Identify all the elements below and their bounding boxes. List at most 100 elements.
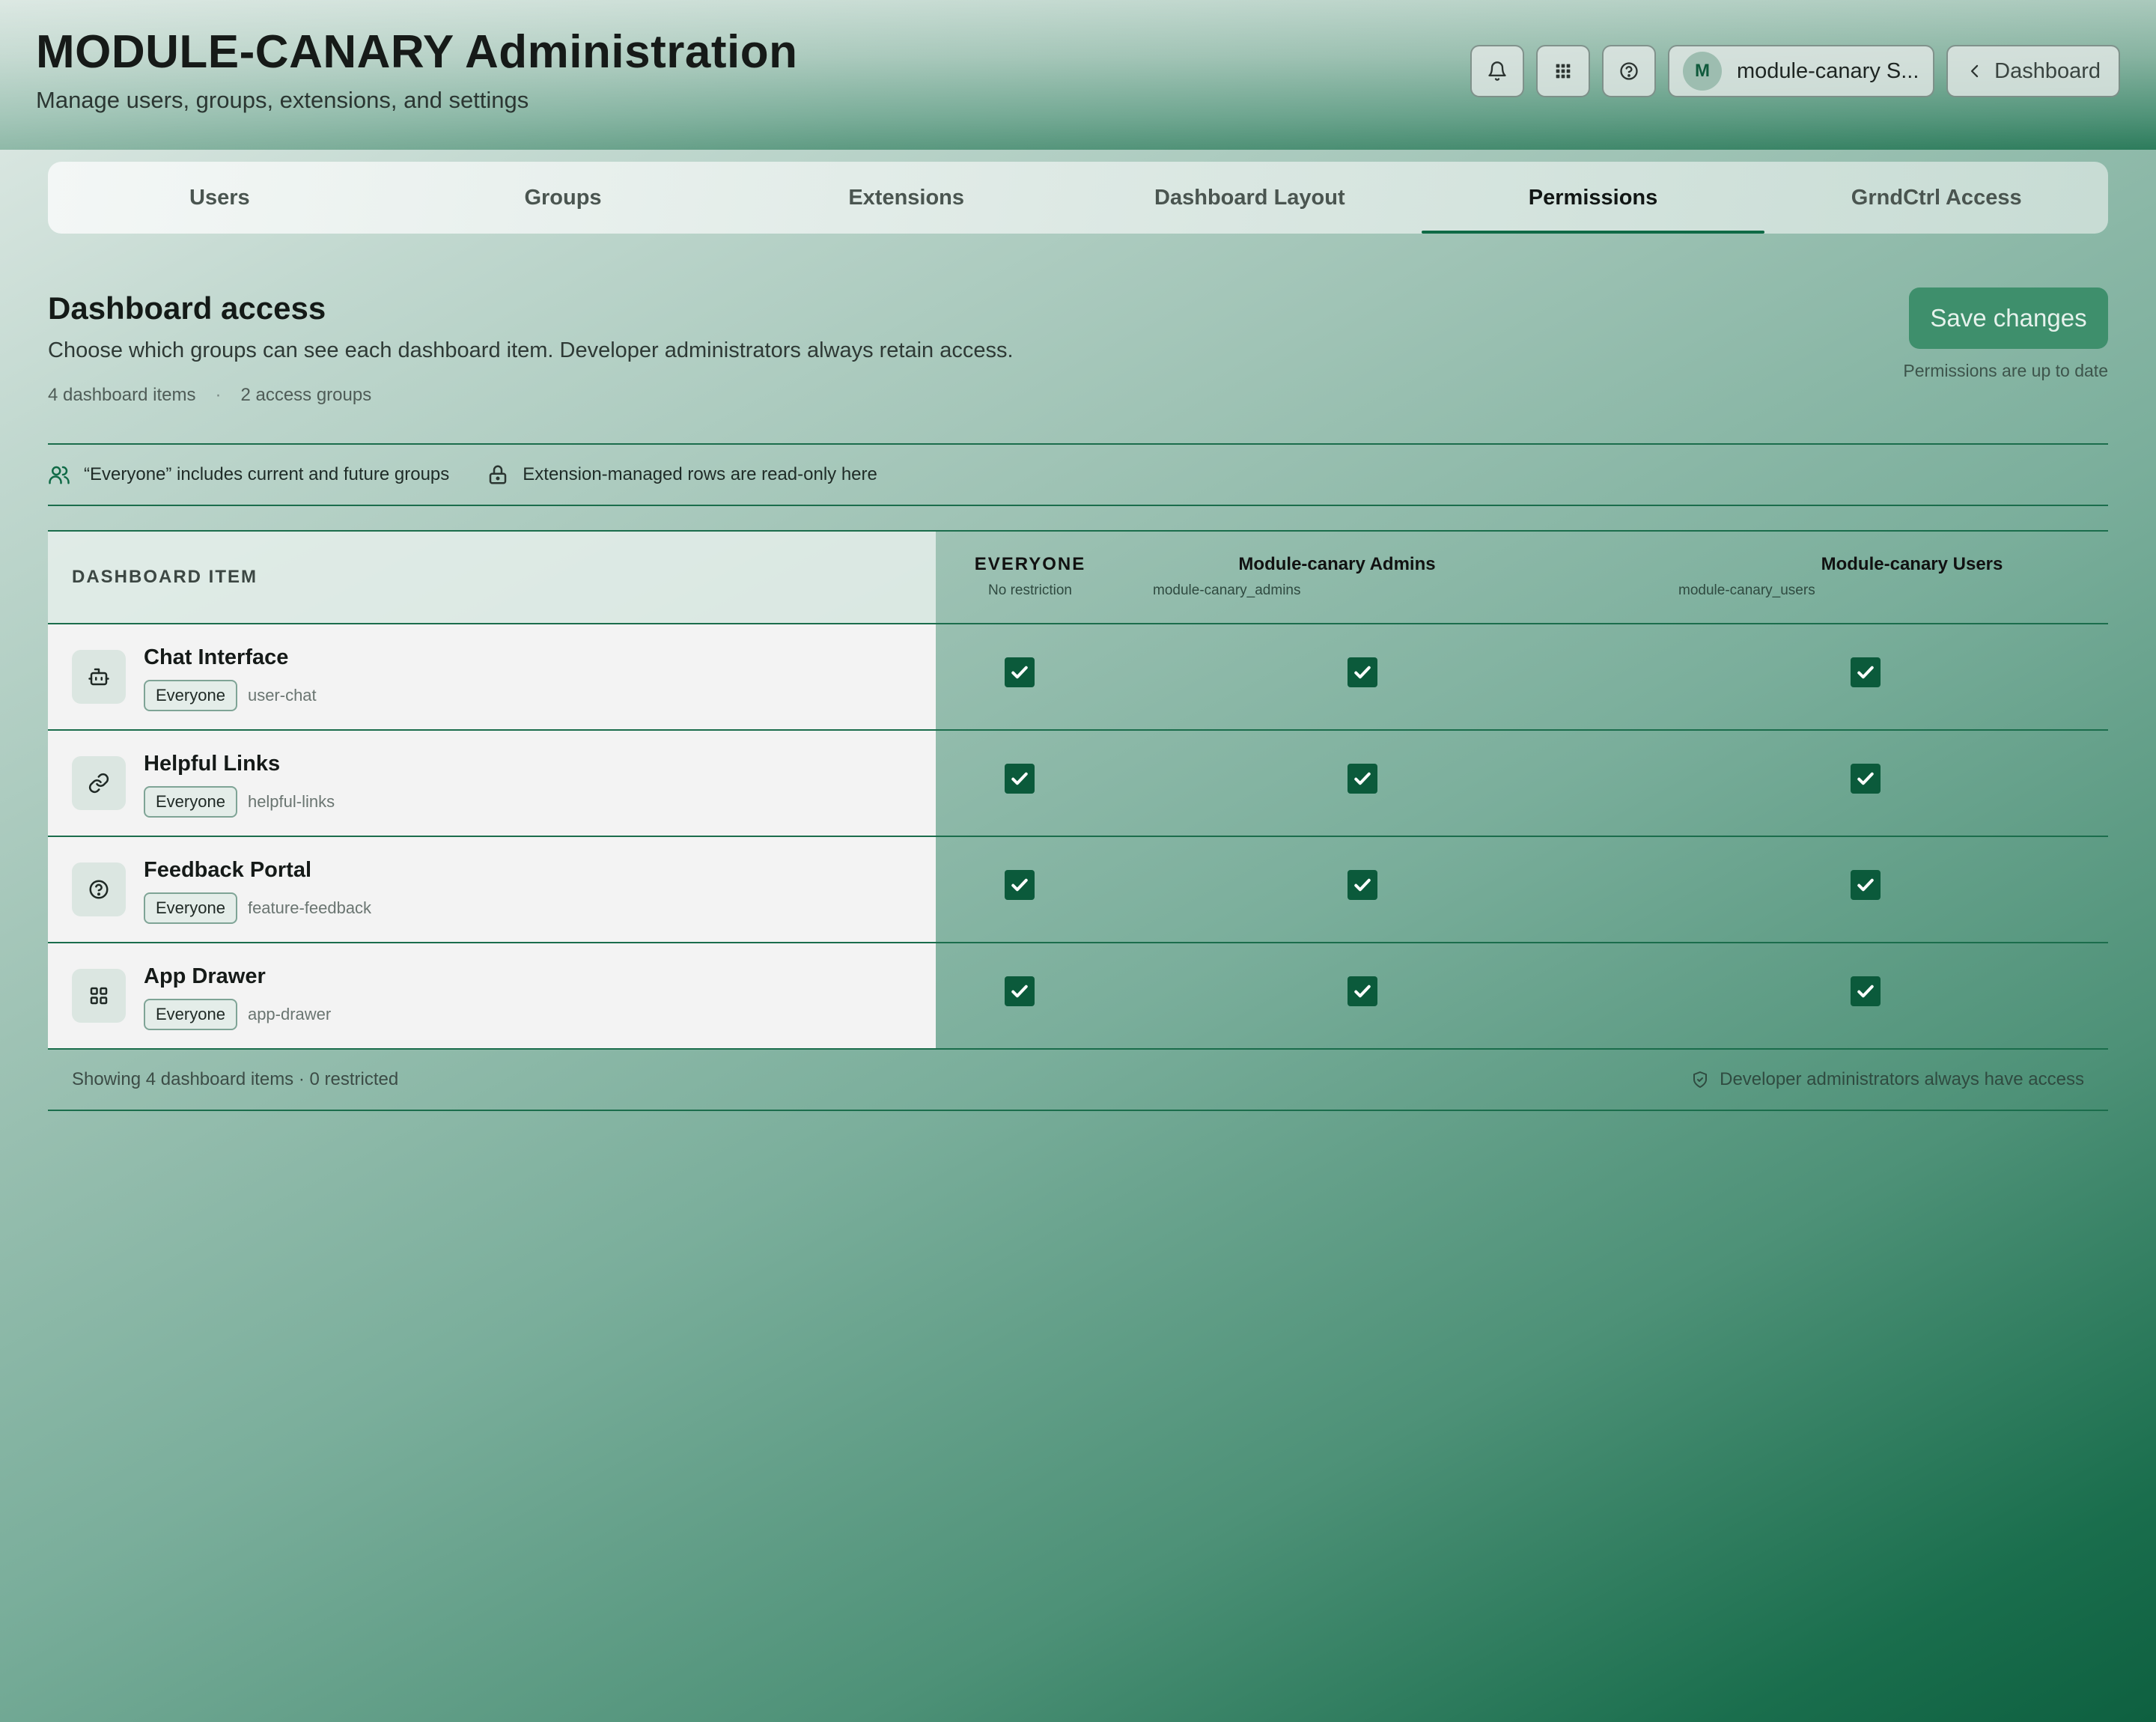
table-row: Helpful Links Everyone helpful-links <box>48 731 2108 837</box>
tab-permissions[interactable]: Permissions <box>1421 162 1765 234</box>
item-slug: user-chat <box>247 686 317 705</box>
check-icon <box>1354 666 1371 679</box>
apps-button[interactable] <box>1536 45 1590 97</box>
column-header-admins: Module-canary Admins module-canary_admin… <box>1153 554 1521 599</box>
item-name: Chat Interface <box>144 645 289 669</box>
checkbox-everyone[interactable] <box>1005 764 1035 794</box>
row-item-cell: App Drawer Everyone app-drawer <box>48 943 936 1048</box>
tab-grndctrl-access[interactable]: GrndCtrl Access <box>1764 162 2108 234</box>
tab-users[interactable]: Users <box>48 162 392 234</box>
grid-icon <box>72 969 126 1023</box>
table-row: Chat Interface Everyone user-chat <box>48 624 2108 731</box>
access-badge: Everyone <box>144 999 237 1030</box>
chevron-left-icon <box>1970 64 1979 78</box>
item-slug: helpful-links <box>247 792 335 811</box>
item-slug: app-drawer <box>247 1005 332 1023</box>
table-header: DASHBOARD ITEM EVERYONE No restriction M… <box>48 532 2108 624</box>
users-icon <box>49 466 70 484</box>
check-icon <box>1354 772 1371 785</box>
check-icon <box>1354 985 1371 998</box>
checkbox-admins[interactable] <box>1348 657 1377 687</box>
item-slug: feature-feedback <box>247 898 372 917</box>
checkbox-admins[interactable] <box>1348 870 1377 900</box>
grid-icon <box>1556 64 1571 79</box>
checkbox-everyone[interactable] <box>1005 657 1035 687</box>
item-name: App Drawer <box>144 964 266 988</box>
column-header-everyone: EVERYONE No restriction <box>969 554 1091 599</box>
tab-extensions[interactable]: Extensions <box>734 162 1078 234</box>
table-row: Feedback Portal Everyone feature-feedbac… <box>48 837 2108 943</box>
save-status: Permissions are up to date <box>1903 361 2108 380</box>
row-item-cell: Helpful Links Everyone helpful-links <box>48 731 936 836</box>
row-item-cell: Feedback Portal Everyone feature-feedbac… <box>48 837 936 942</box>
app-subtitle: Manage users, groups, extensions, and se… <box>36 87 529 113</box>
help-icon <box>1620 62 1638 80</box>
info-strip: “Everyone” includes current and future g… <box>48 443 2108 506</box>
check-icon <box>1857 666 1874 679</box>
checkbox-users[interactable] <box>1851 657 1881 687</box>
notifications-button[interactable] <box>1470 45 1524 97</box>
check-icon <box>1857 878 1874 892</box>
checkbox-everyone[interactable] <box>1005 870 1035 900</box>
lock-icon <box>490 465 507 484</box>
access-badge: Everyone <box>144 786 237 818</box>
app-title: MODULE-CANARY Administration <box>36 26 798 78</box>
column-users-name: Module-canary Users <box>1821 554 2003 574</box>
column-everyone-name: EVERYONE <box>974 554 1086 574</box>
avatar: M <box>1683 52 1722 91</box>
check-icon <box>1011 985 1028 998</box>
column-header-item: DASHBOARD ITEM <box>48 532 936 623</box>
back-to-dashboard-button[interactable]: Dashboard <box>1946 45 2120 97</box>
everyone-note-text: “Everyone” includes current and future g… <box>84 464 450 484</box>
item-tags: Everyone app-drawer <box>144 999 331 1030</box>
column-users-sub: module-canary_users <box>1678 582 1815 598</box>
meta-item-count: 4 dashboard items <box>48 385 196 405</box>
admin-tabs: Users Groups Extensions Dashboard Layout… <box>48 162 2108 234</box>
access-badge: Everyone <box>144 892 237 924</box>
column-everyone-sub: No restriction <box>988 582 1072 598</box>
check-icon <box>1857 985 1874 998</box>
table-row: App Drawer Everyone app-drawer <box>48 943 2108 1050</box>
check-icon <box>1354 878 1371 892</box>
row-item-cell: Chat Interface Everyone user-chat <box>48 624 936 729</box>
section-meta: 4 dashboard items · 2 access groups <box>48 385 371 406</box>
checkbox-users[interactable] <box>1851 870 1881 900</box>
dashboard-button-label: Dashboard <box>1994 58 2101 83</box>
section-description: Choose which groups can see each dashboa… <box>48 338 1014 362</box>
meta-separator: · <box>215 385 222 405</box>
meta-group-count: 2 access groups <box>240 385 372 405</box>
check-icon <box>1011 772 1028 785</box>
item-tags: Everyone helpful-links <box>144 786 335 818</box>
column-admins-name: Module-canary Admins <box>1238 554 1436 574</box>
user-menu-label: module-canary S... <box>1737 58 1919 83</box>
checkbox-users[interactable] <box>1851 976 1881 1006</box>
shield-icon <box>1693 1071 1708 1088</box>
item-name: Feedback Portal <box>144 858 312 882</box>
app-header: MODULE-CANARY Administration Manage user… <box>0 0 2156 150</box>
link-icon <box>72 756 126 810</box>
checkbox-admins[interactable] <box>1348 764 1377 794</box>
item-tags: Everyone user-chat <box>144 680 317 711</box>
everyone-note: “Everyone” includes current and future g… <box>48 463 449 486</box>
checkbox-everyone[interactable] <box>1005 976 1035 1006</box>
tab-dashboard-layout[interactable]: Dashboard Layout <box>1078 162 1422 234</box>
check-icon <box>1857 772 1874 785</box>
column-admins-sub: module-canary_admins <box>1153 582 1301 598</box>
readonly-note-text: Extension-managed rows are read-only her… <box>523 464 877 484</box>
save-changes-button[interactable]: Save changes <box>1909 287 2108 349</box>
help-circle-icon <box>72 862 126 916</box>
user-menu-button[interactable]: M module-canary S... <box>1668 45 1934 97</box>
item-name: Helpful Links <box>144 752 281 776</box>
checkbox-users[interactable] <box>1851 764 1881 794</box>
access-badge: Everyone <box>144 680 237 711</box>
section-title: Dashboard access <box>48 290 326 326</box>
footer-note-text: Developer administrators always have acc… <box>1720 1069 2084 1089</box>
tab-groups[interactable]: Groups <box>392 162 735 234</box>
checkbox-admins[interactable] <box>1348 976 1377 1006</box>
check-icon <box>1011 666 1028 679</box>
table-footer: Showing 4 dashboard items · 0 restricted… <box>48 1050 2108 1111</box>
footer-note: Developer administrators always have acc… <box>1691 1069 2084 1090</box>
column-header-users: Module-canary Users module-canary_users <box>1678 554 2146 599</box>
help-button[interactable] <box>1602 45 1656 97</box>
bell-icon <box>1488 61 1506 81</box>
